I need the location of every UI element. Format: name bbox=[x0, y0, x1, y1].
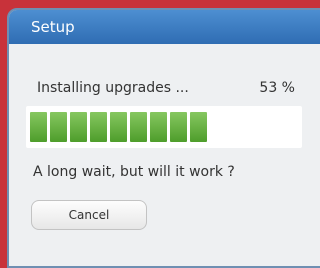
progress-block bbox=[90, 112, 107, 142]
cancel-button[interactable]: Cancel bbox=[31, 200, 147, 230]
progress-block bbox=[130, 112, 147, 142]
setup-dialog: Setup Installing upgrades ... 53 % A lon… bbox=[7, 8, 320, 268]
dialog-content: Installing upgrades ... 53 % A long wait… bbox=[9, 44, 320, 266]
progress-block bbox=[170, 112, 187, 142]
status-text: Installing upgrades ... bbox=[37, 80, 189, 96]
progress-block bbox=[110, 112, 127, 142]
progress-block bbox=[150, 112, 167, 142]
progress-fill bbox=[30, 112, 207, 142]
progress-block bbox=[70, 112, 87, 142]
progress-percent: 53 % bbox=[259, 80, 295, 96]
progress-bar bbox=[26, 106, 302, 148]
status-message: A long wait, but will it work ? bbox=[33, 164, 235, 180]
title-bar: Setup bbox=[9, 10, 320, 44]
status-row: Installing upgrades ... 53 % bbox=[37, 80, 295, 96]
window-title: Setup bbox=[31, 18, 75, 36]
progress-block bbox=[30, 112, 47, 142]
progress-block bbox=[50, 112, 67, 142]
progress-block bbox=[190, 112, 207, 142]
